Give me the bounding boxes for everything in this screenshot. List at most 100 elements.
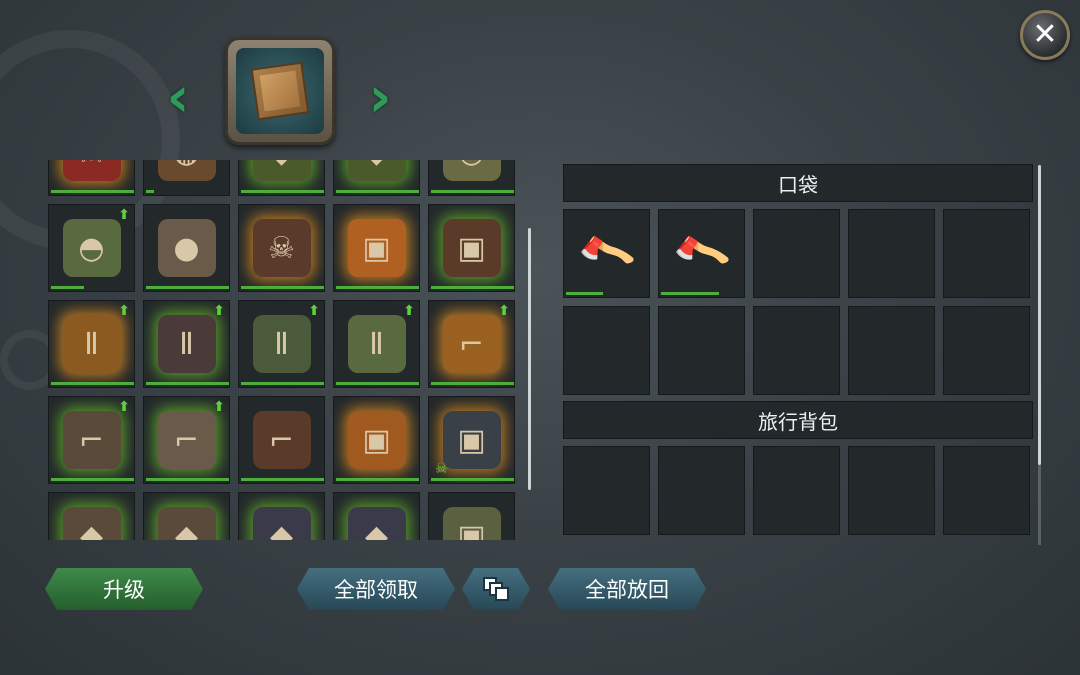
- durability-bar: [146, 190, 155, 193]
- orange-boots-icon: ⌐: [442, 315, 501, 373]
- spiked-boots-icon: ⌐: [62, 411, 121, 469]
- durability-bar: [241, 478, 324, 481]
- green-pants-icon: Ⅱ: [252, 315, 311, 373]
- return-all-button[interactable]: 全部放回: [548, 568, 706, 610]
- storage-slot[interactable]: 🪓: [563, 209, 650, 298]
- inventory-slot[interactable]: Ⅱ ⬆: [333, 300, 420, 388]
- durability-bar: [431, 478, 514, 481]
- durability-bar: [431, 382, 514, 385]
- orange-pants-icon: Ⅱ: [62, 315, 121, 373]
- inventory-slot[interactable]: Ⅱ ⬆: [143, 300, 230, 388]
- storage-slot[interactable]: [658, 306, 745, 395]
- inventory-slot[interactable]: ☠: [238, 204, 325, 292]
- inventory-slot[interactable]: ▣ ☠: [428, 396, 515, 484]
- inventory-slot[interactable]: ◓ ⬆: [48, 204, 135, 292]
- leather-helmet-icon: ◍: [157, 160, 216, 181]
- inventory-slot[interactable]: ⌐ ⬆: [48, 396, 135, 484]
- take-all-button[interactable]: 全部领取: [297, 568, 455, 610]
- durability-bar: [51, 286, 85, 289]
- inventory-scrollbar[interactable]: [528, 228, 531, 490]
- camo-pants-icon: Ⅱ: [347, 315, 406, 373]
- stack-icon: [483, 577, 509, 601]
- axe-icon: 🪓: [669, 222, 733, 284]
- inventory-panel: ☠◍◆◆◓◓⬆●☠▣▣Ⅱ⬆Ⅱ⬆Ⅱ⬆Ⅱ⬆⌐⬆⌐⬆⌐⬆⌐▣▣☠◆◆◆◆▣: [48, 160, 522, 540]
- next-container-button[interactable]: ›: [360, 62, 400, 132]
- durability-bar: [431, 190, 514, 193]
- cap-icon: ◓: [442, 160, 501, 181]
- dark-pants-icon: Ⅱ: [157, 315, 216, 373]
- dark-armor-skull-icon: ▣: [442, 411, 501, 469]
- durability-bar: [146, 478, 229, 481]
- inventory-slot[interactable]: ◆: [333, 160, 420, 196]
- inventory-slot[interactable]: ◆: [48, 492, 135, 540]
- inventory-slot[interactable]: Ⅱ ⬆: [48, 300, 135, 388]
- inventory-slot[interactable]: ◆: [143, 492, 230, 540]
- storage-slot[interactable]: [753, 306, 840, 395]
- inventory-slot[interactable]: ⌐ ⬆: [143, 396, 230, 484]
- inventory-slot[interactable]: ☠: [48, 160, 135, 196]
- durability-bar: [241, 382, 324, 385]
- green-armor-icon: ◆: [347, 160, 406, 181]
- armor-chest-icon: ◆: [252, 507, 311, 540]
- inventory-slot[interactable]: ◓: [428, 160, 515, 196]
- inventory-slot[interactable]: ⌐: [238, 396, 325, 484]
- storage-scrollbar[interactable]: [1038, 165, 1041, 465]
- durability-bar: [146, 382, 229, 385]
- durability-bar: [51, 478, 134, 481]
- brown-boots-icon: ⌐: [252, 411, 311, 469]
- inventory-slot[interactable]: ◆: [333, 492, 420, 540]
- inventory-slot[interactable]: ▣: [333, 204, 420, 292]
- upgrade-arrow-icon: ⬆: [118, 303, 130, 319]
- wooden-crate-icon: [250, 61, 310, 121]
- pocket-title: 口袋: [563, 164, 1033, 202]
- upgrade-arrow-icon: ⬆: [308, 303, 320, 319]
- storage-slot[interactable]: [943, 209, 1030, 298]
- storage-slot[interactable]: 🪓: [658, 209, 745, 298]
- upgrade-button[interactable]: 升级: [45, 568, 203, 610]
- container-screen: [236, 48, 324, 134]
- storage-slot[interactable]: [753, 446, 840, 535]
- stack-button[interactable]: [462, 568, 530, 610]
- durability-bar: [146, 286, 229, 289]
- storage-slot[interactable]: [848, 306, 935, 395]
- upgrade-arrow-icon: ⬆: [213, 399, 225, 415]
- inventory-slot[interactable]: ⌐ ⬆: [428, 300, 515, 388]
- inventory-slot[interactable]: ●: [143, 204, 230, 292]
- storage-slot[interactable]: [658, 446, 745, 535]
- storage-slot[interactable]: [943, 446, 1030, 535]
- backpack-title: 旅行背包: [563, 401, 1033, 439]
- inventory-slot[interactable]: ◍: [143, 160, 230, 196]
- storage-slot[interactable]: [848, 209, 935, 298]
- durability-bar: [566, 292, 604, 295]
- inventory-slot[interactable]: ◆: [238, 492, 325, 540]
- armor-chest-icon: ◆: [62, 507, 121, 540]
- orange-tactical-vest-icon: ▣: [347, 411, 406, 469]
- upgrade-arrow-icon: ⬆: [118, 207, 130, 223]
- knit-beanie-icon: ●: [157, 219, 216, 277]
- durability-bar: [241, 190, 324, 193]
- prev-container-button[interactable]: ‹: [158, 62, 198, 132]
- container-preview: [225, 37, 335, 145]
- upgrade-arrow-icon: ⬆: [118, 399, 130, 415]
- close-button[interactable]: ✕: [1020, 10, 1070, 60]
- durability-bar: [336, 286, 419, 289]
- storage-slot[interactable]: [563, 446, 650, 535]
- durability-bar: [431, 286, 514, 289]
- durability-bar: [51, 190, 134, 193]
- storage-scroll-track: [1038, 465, 1041, 545]
- durability-bar: [51, 382, 134, 385]
- skull-jacket-icon: ☠: [252, 219, 311, 277]
- durability-bar: [661, 292, 720, 295]
- pocket-grid: 🪓 🪓: [563, 209, 1030, 395]
- inventory-slot[interactable]: ▣: [428, 204, 515, 292]
- storage-slot[interactable]: [848, 446, 935, 535]
- inventory-slot[interactable]: ◆: [238, 160, 325, 196]
- inventory-slot[interactable]: Ⅱ ⬆: [238, 300, 325, 388]
- storage-slot[interactable]: [943, 306, 1030, 395]
- inventory-slot[interactable]: ▣: [333, 396, 420, 484]
- inventory-slot[interactable]: ▣: [428, 492, 515, 540]
- chevron-right-icon: ›: [368, 64, 392, 130]
- storage-slot[interactable]: [753, 209, 840, 298]
- storage-slot[interactable]: [563, 306, 650, 395]
- close-icon: ✕: [1032, 17, 1058, 52]
